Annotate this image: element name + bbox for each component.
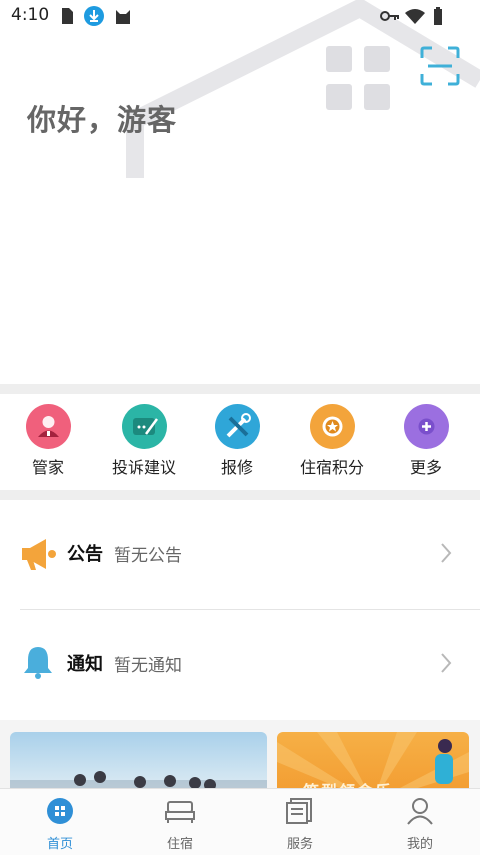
cat-app-icon (116, 10, 130, 24)
notification-text: 暂无通知 (114, 656, 182, 676)
points-icon (309, 404, 355, 449)
quick-action-feedback[interactable]: 投诉建议 (96, 404, 192, 478)
home-icon (47, 798, 73, 824)
quick-action-label: 更多 (409, 458, 442, 477)
quick-action-label: 报修 (220, 458, 253, 477)
chevron-right-icon (441, 653, 452, 673)
quick-action-more[interactable]: 更多 (378, 404, 474, 478)
announcement-row[interactable]: 公告 暂无公告 (0, 500, 480, 610)
service-icon (286, 798, 312, 824)
announcement-text: 暂无公告 (114, 546, 182, 566)
apps-grid-icon[interactable] (324, 44, 394, 114)
banner-image-beach[interactable] (10, 732, 267, 790)
bottom-tab-bar: 首页 住宿 服务 我的 (0, 788, 480, 855)
quick-action-points[interactable]: 住宿积分 (284, 404, 380, 478)
battery-icon (434, 7, 442, 25)
tab-label: 首页 (46, 837, 73, 852)
bell-icon (24, 647, 52, 679)
chevron-right-icon (441, 543, 452, 563)
tab-label: 服务 (286, 837, 313, 852)
tab-home[interactable]: 首页 (0, 797, 120, 852)
scan-icon[interactable] (420, 46, 460, 86)
status-bar: 4:10 (0, 0, 480, 32)
status-time: 4:10 (11, 5, 50, 25)
banner-carousel: 笑型领舍乐 (0, 720, 480, 790)
greeting-title: 你好，游客 (27, 103, 178, 137)
announcement-title: 公告 (67, 544, 103, 565)
quick-action-label: 管家 (31, 458, 64, 477)
tab-label: 住宿 (166, 837, 193, 852)
notification-title: 通知 (67, 654, 103, 675)
key-icon (380, 11, 399, 21)
megaphone-icon (22, 539, 56, 570)
hero-header: 你好，游客 (0, 0, 480, 384)
quick-action-label: 住宿积分 (299, 458, 364, 477)
banner-promo[interactable]: 笑型领舍乐 (277, 732, 469, 790)
quick-action-butler[interactable]: 管家 (0, 404, 96, 478)
banner-people-silhouettes (10, 771, 267, 790)
quick-actions: 管家 投诉建议 报修 住宿积分 更多 (0, 394, 480, 490)
tab-lodging[interactable]: 住宿 (120, 797, 240, 852)
butler-icon (25, 404, 71, 449)
sim-card-icon (62, 8, 73, 24)
house-illustration (126, 0, 480, 178)
quick-action-label: 投诉建议 (111, 458, 176, 477)
notification-row[interactable]: 通知 暂无通知 (0, 610, 480, 720)
wifi-icon (405, 9, 425, 24)
section-divider (0, 490, 480, 500)
quick-action-repair[interactable]: 报修 (189, 404, 285, 478)
download-icon (84, 6, 104, 26)
section-divider (0, 384, 480, 394)
repair-icon (214, 404, 260, 449)
tab-profile[interactable]: 我的 (360, 797, 480, 852)
feedback-icon (121, 404, 167, 449)
tab-label: 我的 (406, 837, 433, 852)
more-icon (403, 404, 449, 449)
bed-icon (165, 801, 195, 823)
user-icon (407, 798, 433, 825)
tab-services[interactable]: 服务 (240, 797, 360, 852)
